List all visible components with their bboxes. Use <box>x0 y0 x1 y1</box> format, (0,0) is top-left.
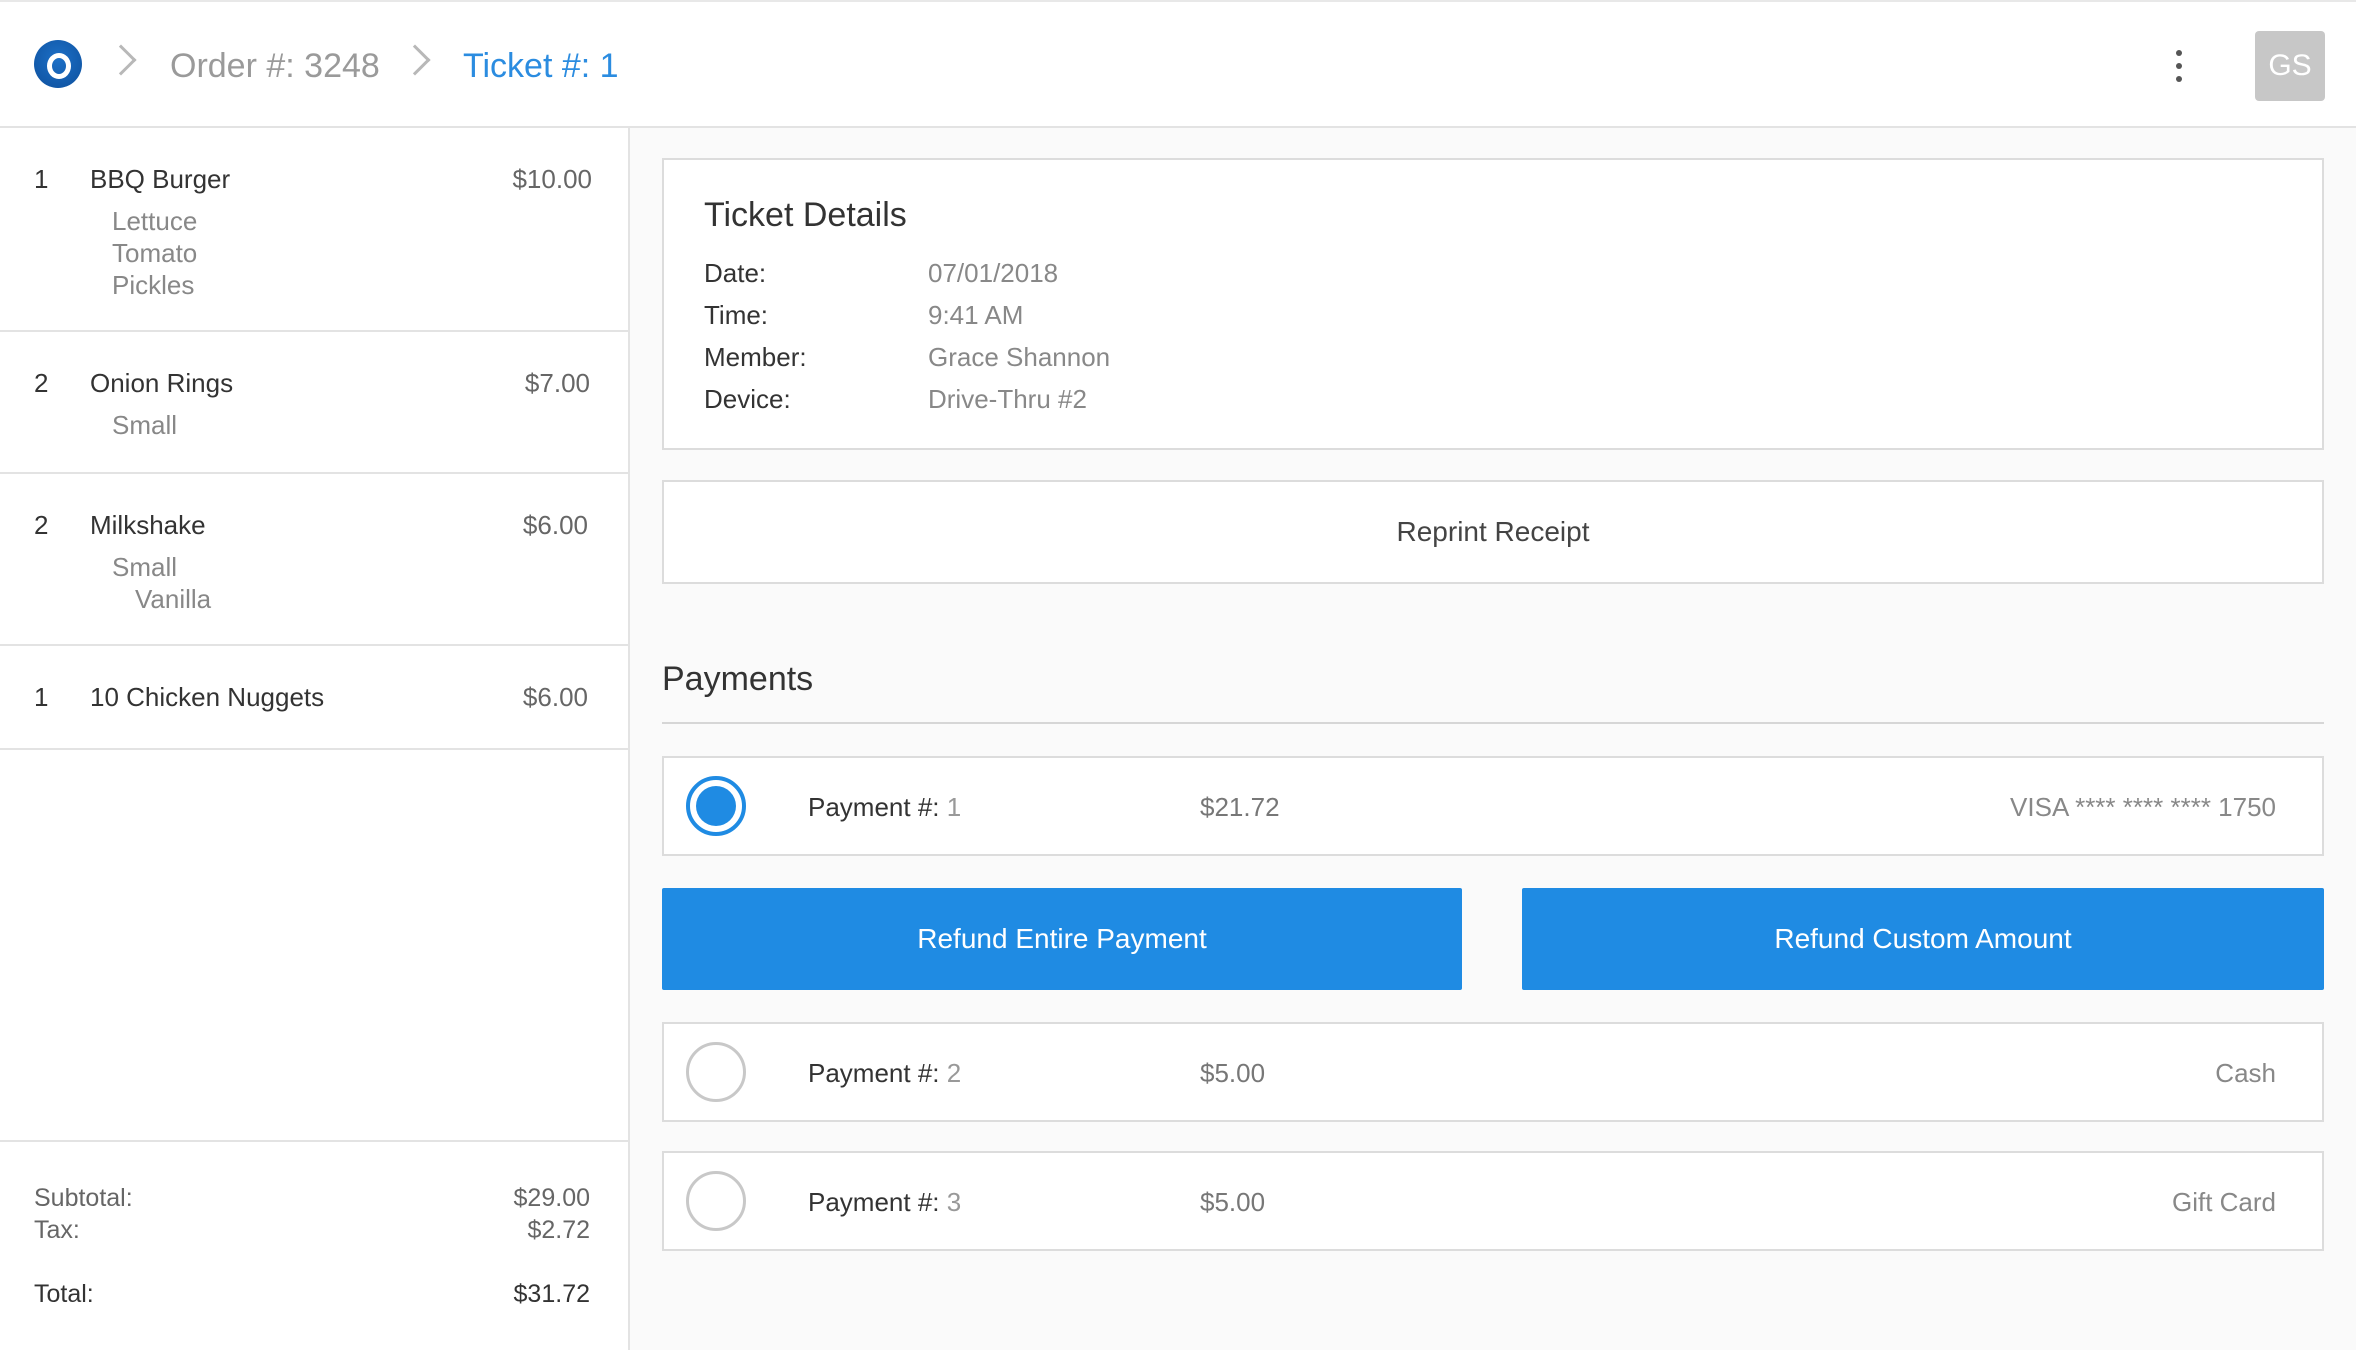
item-name: 10 Chicken Nuggets <box>90 682 325 712</box>
payment-label: Payment #: 2 <box>808 1058 961 1089</box>
order-item[interactable]: 1 10 Chicken Nuggets $6.00 <box>0 646 628 750</box>
order-item[interactable]: 1 BBQ Burger $10.00 Lettuce Tomato Pickl… <box>0 128 628 332</box>
order-totals: Subtotal: $29.00 Tax: $2.72 Total: $31.7… <box>0 1140 628 1350</box>
order-item[interactable]: 2 Milkshake $6.00 Small Vanilla <box>0 474 628 646</box>
payment-number: 1 <box>946 792 962 822</box>
member-label: Member: <box>704 342 807 372</box>
payment-row-2[interactable]: Payment #: 2 $5.00 Cash <box>662 1022 2324 1122</box>
member-value: Grace Shannon <box>928 342 1111 372</box>
date-label: Date: <box>704 258 767 288</box>
order-item[interactable]: 2 Onion Rings $7.00 Small <box>0 332 628 474</box>
top-bar: Order #: 3248 Ticket #: 1 GS <box>0 0 2356 128</box>
payment-method: VISA **** **** **** 1750 <box>2010 792 2276 822</box>
item-modifier: Tomato <box>112 238 198 268</box>
app-logo-icon[interactable] <box>34 40 82 88</box>
item-modifier: Pickles <box>112 270 195 300</box>
item-name: BBQ Burger <box>90 164 231 194</box>
item-modifier: Small <box>112 552 178 582</box>
item-name: Onion Rings <box>90 368 234 398</box>
device-label: Device: <box>704 384 791 414</box>
payment-amount: $21.72 <box>1200 792 1280 822</box>
item-price: $10.00 <box>512 164 592 194</box>
more-options-icon[interactable] <box>2164 44 2194 88</box>
payment-label: Payment #: 1 <box>808 792 961 823</box>
item-name: Milkshake <box>90 510 206 540</box>
item-quantity: 1 <box>34 682 49 712</box>
item-price: $6.00 <box>522 682 588 712</box>
breadcrumb-order[interactable]: Order #: 3248 <box>170 44 380 88</box>
payment-label: Payment #: 3 <box>808 1187 961 1218</box>
item-price: $7.00 <box>524 368 590 398</box>
ticket-details-card: Ticket Details Date: 07/01/2018 Time: 9:… <box>662 158 2324 450</box>
user-avatar[interactable]: GS <box>2255 31 2325 101</box>
payment-method: Gift Card <box>2171 1187 2276 1217</box>
item-quantity: 2 <box>34 510 49 540</box>
payment-label-prefix: Payment #: <box>808 1187 940 1217</box>
subtotal-label: Subtotal: <box>34 1184 133 1212</box>
tax-value: $2.72 <box>527 1216 590 1244</box>
total-value: $31.72 <box>513 1280 590 1308</box>
payment-radio[interactable] <box>686 1042 746 1102</box>
refund-custom-amount-button[interactable]: Refund Custom Amount <box>1522 888 2324 990</box>
item-modifier: Lettuce <box>112 206 198 236</box>
payment-method: Cash <box>2215 1058 2276 1088</box>
payment-label-prefix: Payment #: <box>808 792 940 822</box>
refund-entire-payment-button[interactable]: Refund Entire Payment <box>662 888 1462 990</box>
subtotal-value: $29.00 <box>513 1184 590 1212</box>
chevron-right-icon <box>399 44 431 76</box>
time-value: 9:41 AM <box>928 300 1024 330</box>
payment-label-prefix: Payment #: <box>808 1058 940 1088</box>
payment-amount: $5.00 <box>1200 1058 1266 1088</box>
order-items-panel: 1 BBQ Burger $10.00 Lettuce Tomato Pickl… <box>0 128 630 1350</box>
item-modifier: Vanilla <box>135 584 212 614</box>
item-price: $6.00 <box>522 510 588 540</box>
ticket-details-title: Ticket Details <box>704 196 907 234</box>
item-quantity: 1 <box>34 164 49 194</box>
device-value: Drive-Thru #2 <box>928 384 1087 414</box>
total-label: Total: <box>34 1280 94 1308</box>
chevron-right-icon <box>105 44 137 76</box>
payment-radio-selected[interactable] <box>686 776 746 836</box>
item-quantity: 2 <box>34 368 49 398</box>
reprint-receipt-button[interactable]: Reprint Receipt <box>662 480 2324 584</box>
divider <box>662 722 2324 724</box>
breadcrumb-ticket: Ticket #: 1 <box>463 47 619 85</box>
item-modifier: Small <box>112 410 178 440</box>
payment-number: 2 <box>946 1058 962 1088</box>
date-value: 07/01/2018 <box>928 258 1059 288</box>
payments-title: Payments <box>662 660 814 698</box>
payment-number: 3 <box>946 1187 962 1217</box>
payment-row-1[interactable]: Payment #: 1 $21.72 VISA **** **** **** … <box>662 756 2324 856</box>
tax-label: Tax: <box>34 1216 80 1244</box>
time-label: Time: <box>704 300 769 330</box>
payment-row-3[interactable]: Payment #: 3 $5.00 Gift Card <box>662 1151 2324 1251</box>
payment-amount: $5.00 <box>1200 1187 1266 1217</box>
payment-radio[interactable] <box>686 1171 746 1231</box>
